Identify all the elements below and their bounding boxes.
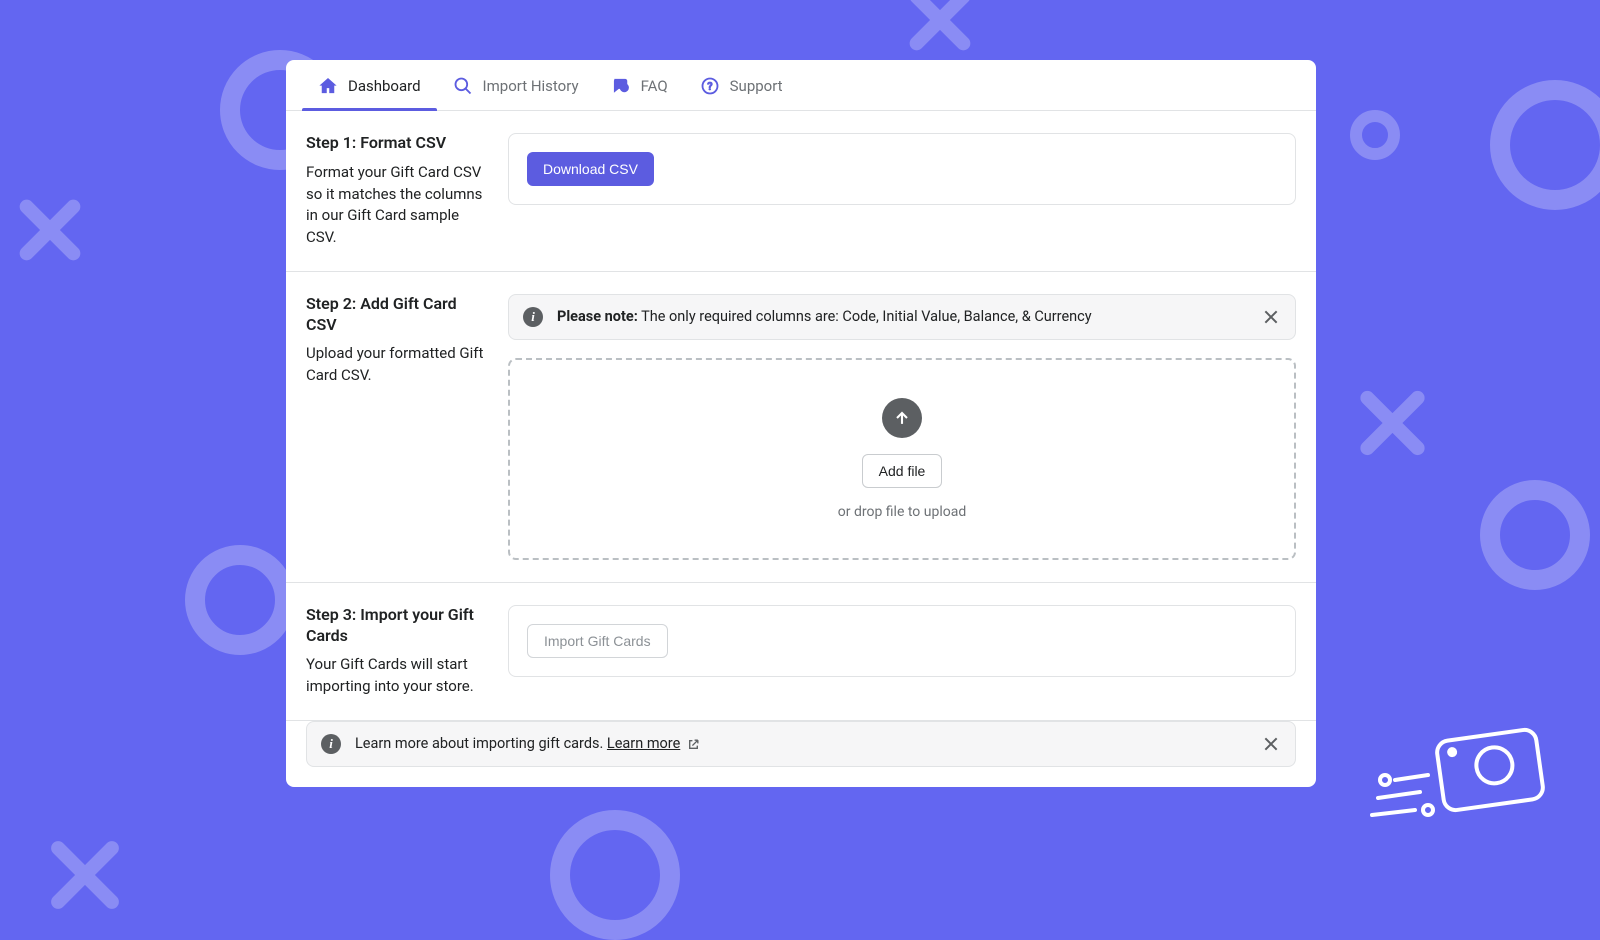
info-icon: i <box>321 734 341 754</box>
close-icon[interactable] <box>1261 307 1281 327</box>
step-2-title: Step 2: Add Gift Card CSV <box>306 294 488 336</box>
upload-icon <box>882 398 922 438</box>
app-window: Dashboard Import History FAQ ? Support S… <box>286 60 1316 787</box>
tab-label: Dashboard <box>348 77 421 95</box>
banner-text: Please note: The only required columns a… <box>557 308 1247 325</box>
drop-hint: or drop file to upload <box>838 504 966 520</box>
chat-icon <box>611 76 631 96</box>
step-1-panel: Download CSV <box>508 133 1296 205</box>
step-2-row: Step 2: Add Gift Card CSV Upload your fo… <box>286 272 1316 583</box>
step-1-row: Step 1: Format CSV Format your Gift Card… <box>286 111 1316 272</box>
tab-dashboard[interactable]: Dashboard <box>302 60 437 110</box>
info-icon: i <box>523 307 543 327</box>
step-3-panel: Import Gift Cards <box>508 605 1296 677</box>
import-gift-cards-button[interactable]: Import Gift Cards <box>527 624 668 658</box>
tab-faq[interactable]: FAQ <box>595 60 684 110</box>
home-icon <box>318 76 338 96</box>
svg-text:?: ? <box>707 80 712 93</box>
search-clock-icon <box>453 76 473 96</box>
learn-more-link[interactable]: Learn more <box>607 735 680 752</box>
add-file-button[interactable]: Add file <box>862 454 943 488</box>
tab-support[interactable]: ? Support <box>684 60 799 110</box>
content: Step 1: Format CSV Format your Gift Card… <box>286 111 1316 767</box>
step-1-desc: Format your Gift Card CSV so it matches … <box>306 162 488 249</box>
close-icon[interactable] <box>1261 734 1281 754</box>
camera-doodle-icon <box>1350 720 1550 840</box>
tab-bar: Dashboard Import History FAQ ? Support <box>286 60 1316 111</box>
external-link-icon <box>687 738 700 751</box>
info-banner: i Please note: The only required columns… <box>508 294 1296 340</box>
tab-label: Import History <box>483 77 579 95</box>
tab-label: Support <box>730 77 783 95</box>
step-1-title: Step 1: Format CSV <box>306 133 488 154</box>
tab-label: FAQ <box>641 77 668 95</box>
step-3-title: Step 3: Import your Gift Cards <box>306 605 488 647</box>
step-3-row: Step 3: Import your Gift Cards Your Gift… <box>286 583 1316 721</box>
footer-banner: i Learn more about importing gift cards.… <box>306 721 1296 767</box>
footer-text: Learn more about importing gift cards. L… <box>355 735 1247 752</box>
download-csv-button[interactable]: Download CSV <box>527 152 654 186</box>
step-3-desc: Your Gift Cards will start importing int… <box>306 654 488 698</box>
file-dropzone[interactable]: Add file or drop file to upload <box>508 358 1296 560</box>
step-2-desc: Upload your formatted Gift Card CSV. <box>306 343 488 387</box>
help-icon: ? <box>700 76 720 96</box>
tab-import-history[interactable]: Import History <box>437 60 595 110</box>
